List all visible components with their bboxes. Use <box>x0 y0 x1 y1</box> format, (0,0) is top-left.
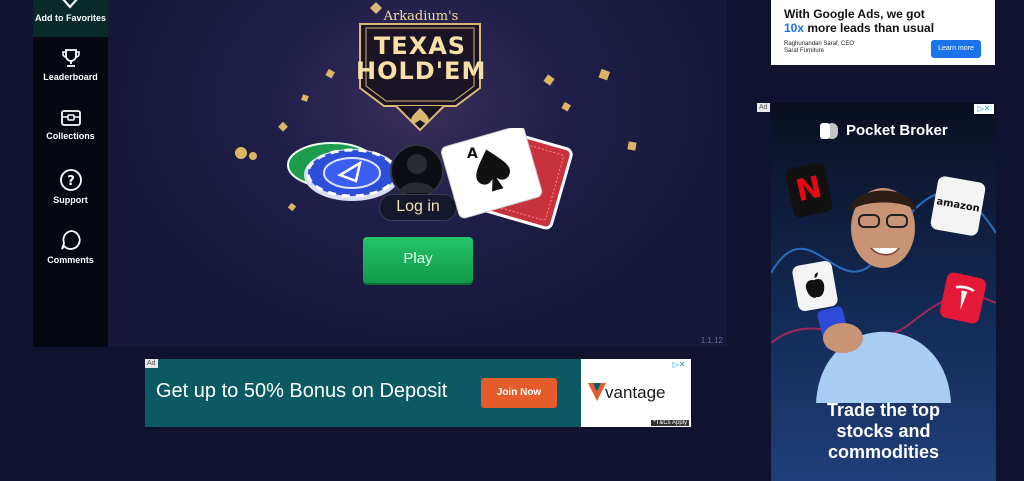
playing-cards: A <box>440 128 573 230</box>
ad-line2: 10x more leads than usual <box>784 21 934 35</box>
amazon-tile: amazon <box>929 175 987 237</box>
ad-artwork <box>771 188 996 403</box>
sidebar-item-label: Collections <box>46 131 95 141</box>
brand-name: Pocket Broker <box>846 122 948 139</box>
ad-line1: With Google Ads, we got <box>784 7 925 21</box>
ad-headline: Get up to 50% Bonus on Deposit <box>156 380 448 402</box>
bottom-banner-ad[interactable]: Ad Get up to 50% Bonus on Deposit Join N… <box>145 359 691 427</box>
vantage-logo-icon <box>588 383 606 401</box>
ad-person: Raghunandan Saraf, CEO <box>784 41 855 47</box>
sidebar-item-label: Comments <box>47 255 94 265</box>
game-version: 1.1.12 <box>700 336 723 345</box>
svg-text:?: ? <box>67 174 75 189</box>
sidebar-item-label: Add to Favorites <box>34 13 106 23</box>
support-button[interactable]: ? Support <box>33 168 108 205</box>
game-title: TEXAS HOLD'EM <box>356 32 487 85</box>
ad-label: Ad <box>757 103 770 112</box>
sidebar: Add to Favorites Leaderboard Collections… <box>33 0 108 347</box>
help-icon: ? <box>59 169 82 191</box>
sidebar-item-label: Leaderboard <box>43 72 98 82</box>
learn-more-button[interactable]: Learn more <box>931 40 981 58</box>
google-ads-banner[interactable]: With Google Ads, we got 10x more leads t… <box>771 0 995 65</box>
ad-line2-rest: more leads than usual <box>804 21 935 35</box>
ad-company: Saraf Furniture <box>784 48 825 54</box>
join-now-button[interactable]: Join Now <box>481 378 557 408</box>
trophy-icon <box>61 49 80 67</box>
game-logo: Arkadium's TEXAS HOLD'EM <box>356 0 487 140</box>
adchoices-icon[interactable]: ▷✕ <box>974 104 994 114</box>
terms-text: *T&Cs Apply <box>651 420 689 426</box>
adchoices-icon[interactable]: ▷✕ <box>669 360 689 370</box>
game-title-line1: TEXAS <box>373 32 467 60</box>
collections-button[interactable]: Collections <box>33 108 108 141</box>
play-button[interactable]: Play <box>363 237 473 283</box>
leaderboard-button[interactable]: Leaderboard <box>33 47 108 82</box>
ad-label: Ad <box>145 359 158 368</box>
ad-tagline-line2: stocks and <box>836 421 931 441</box>
ad-tagline-line1: Trade the top <box>826 400 940 420</box>
collections-icon <box>60 110 81 126</box>
game-canvas[interactable]: Arkadium's TEXAS HOLD'EM Log in A Play 1… <box>108 0 727 347</box>
publisher-name: Arkadium's <box>383 9 459 24</box>
game-title-line2: HOLD'EM <box>356 57 487 85</box>
pocket-broker-ad[interactable]: N amazon Pocket Broker Trade the top sto… <box>771 103 996 481</box>
apple-tile <box>791 259 839 313</box>
apple-icon <box>805 272 825 298</box>
sidebar-item-label: Support <box>53 195 88 205</box>
tesla-icon <box>955 285 975 310</box>
comments-button[interactable]: Comments <box>33 228 108 265</box>
add-to-favorites-button[interactable]: Add to Favorites <box>33 0 108 37</box>
ad-highlight: 10x <box>784 21 805 35</box>
comment-icon <box>60 230 81 250</box>
pocket-broker-logo-icon <box>820 123 838 139</box>
heart-icon <box>62 0 78 9</box>
card-rank: A <box>467 146 478 162</box>
brand-name: vantage <box>605 383 666 402</box>
ad-tagline-line3: commodities <box>827 442 940 462</box>
